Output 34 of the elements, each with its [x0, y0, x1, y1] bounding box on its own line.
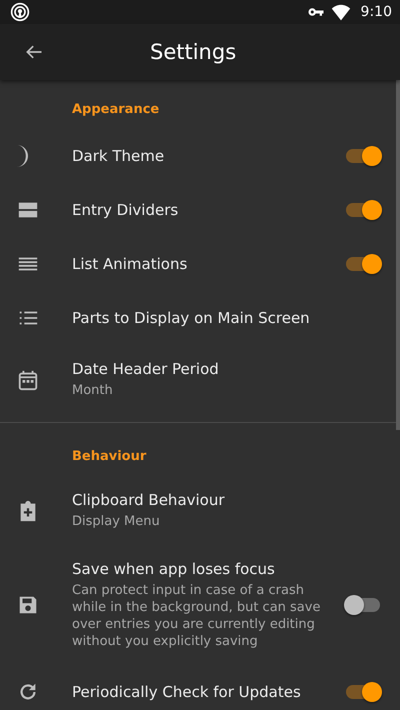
toggle-switch[interactable] — [346, 598, 380, 612]
moon-icon — [17, 145, 28, 167]
setting-summary: Month — [72, 382, 114, 399]
section-header: Appearance — [71, 102, 160, 119]
toggle-switch[interactable] — [346, 257, 380, 271]
settings-row[interactable]: Save when app loses focus Can protect input in case of a crash while in the background, but can save over entries you are currently editing without you explicitly saving — [0, 545, 400, 665]
save-icon — [17, 594, 39, 616]
setting-title: Dark Theme — [72, 147, 166, 165]
section-header: Behaviour — [71, 448, 148, 466]
setting-summary: Display Menu — [72, 513, 161, 530]
toggle-switch[interactable] — [346, 149, 380, 163]
settings-row[interactable]: List Animations — [0, 237, 400, 291]
setting-title: Clipboard Behaviour — [72, 491, 226, 509]
setting-title: Parts to Display on Main Screen — [72, 309, 311, 327]
wifi-icon — [330, 2, 351, 22]
settings-row[interactable]: Date Header Period Month — [0, 345, 400, 414]
setting-title: Entry Dividers — [72, 201, 180, 219]
clock-time: 9:10 — [360, 4, 392, 20]
setting-title: Periodically Check for Updates — [72, 683, 302, 701]
settings-row[interactable]: Parts to Display on Main Screen — [0, 291, 400, 345]
settings-row[interactable]: Dark Theme — [0, 129, 400, 183]
setting-title: Save when app loses focus — [72, 560, 276, 578]
settings-row[interactable]: Periodically Check for Updates — [0, 665, 400, 710]
screen-title: Settings — [150, 40, 236, 64]
calendar-icon — [17, 368, 39, 390]
toggle-switch[interactable] — [346, 685, 380, 699]
scrollbar[interactable] — [396, 80, 400, 430]
setting-title: Date Header Period — [72, 360, 220, 378]
toggle-switch[interactable] — [346, 203, 380, 217]
settings-row[interactable]: Entry Dividers — [0, 183, 400, 237]
setting-title: List Animations — [72, 255, 188, 273]
setting-summary: Can protect input in case of a crash while in the background, but can save over entries you are currently editing without you explicitly saving — [72, 582, 322, 650]
settings-row[interactable]: Clipboard Behaviour Display Menu — [0, 476, 400, 545]
hotspot-icon — [10, 2, 30, 22]
